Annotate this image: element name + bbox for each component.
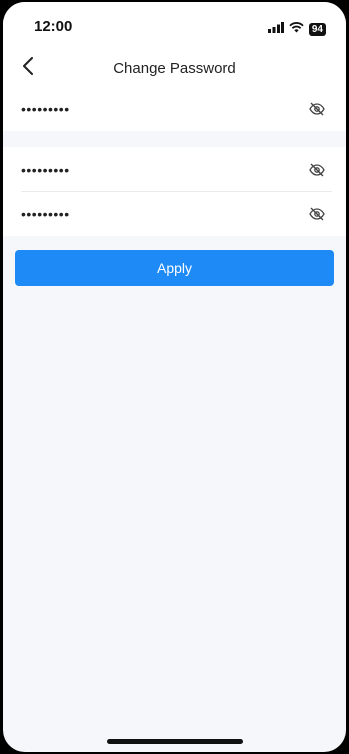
apply-button[interactable]: Apply <box>15 250 334 286</box>
new-password-group: ••••••••• ••••••••• <box>3 147 346 236</box>
password-value: ••••••••• <box>21 101 70 117</box>
current-password-field[interactable]: ••••••••• <box>3 87 346 131</box>
current-password-group: ••••••••• <box>3 87 346 131</box>
status-icons: 94 <box>267 20 326 38</box>
password-value: ••••••••• <box>21 162 70 178</box>
eye-off-icon[interactable] <box>308 100 326 118</box>
eye-off-icon[interactable] <box>308 161 326 179</box>
confirm-password-field[interactable]: ••••••••• <box>3 192 346 236</box>
wifi-icon <box>289 20 304 38</box>
page-title: Change Password <box>113 60 236 77</box>
new-password-field[interactable]: ••••••••• <box>3 148 346 192</box>
phone-screen: 12:00 94 Change Password ••••••••• •••••… <box>3 2 346 752</box>
header: 12:00 94 Change Password <box>3 2 346 87</box>
password-value: ••••••••• <box>21 206 70 222</box>
home-indicator[interactable] <box>106 739 243 744</box>
battery-icon: 94 <box>308 22 326 36</box>
signal-icon <box>267 20 284 38</box>
status-time: 12:00 <box>34 18 73 35</box>
eye-off-icon[interactable] <box>308 205 326 223</box>
